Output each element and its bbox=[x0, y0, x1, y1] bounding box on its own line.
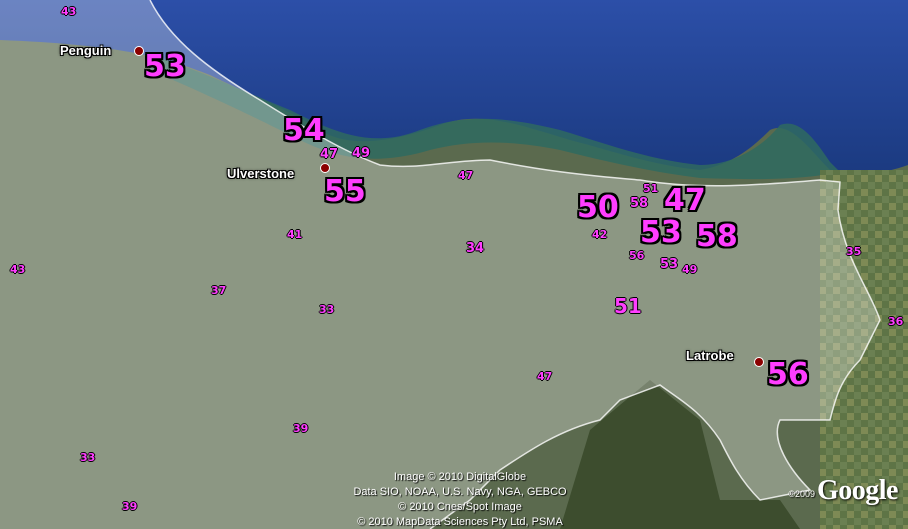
booth-result-big[interactable]: 47 bbox=[664, 186, 706, 216]
google-logo: ©2009 Google bbox=[788, 475, 898, 507]
town-marker-penguin[interactable] bbox=[134, 46, 144, 56]
booth-result[interactable]: 35 bbox=[846, 246, 861, 257]
booth-result[interactable]: 39 bbox=[122, 501, 137, 512]
booth-result[interactable]: 53 bbox=[660, 258, 678, 271]
booth-result-big[interactable]: 53 bbox=[640, 218, 682, 248]
booth-result[interactable]: 47 bbox=[320, 148, 338, 161]
logo-wordmark: Google bbox=[817, 475, 899, 506]
booth-result[interactable]: 49 bbox=[352, 147, 370, 160]
booth-result[interactable]: 37 bbox=[211, 285, 226, 296]
map-view[interactable]: Penguin Ulverstone Latrobe 53 54 55 50 4… bbox=[0, 0, 908, 529]
town-marker-latrobe[interactable] bbox=[754, 357, 764, 367]
town-marker-ulverstone[interactable] bbox=[320, 163, 330, 173]
town-label-latrobe: Latrobe bbox=[686, 348, 734, 363]
booth-result[interactable]: 39 bbox=[293, 423, 308, 434]
booth-result[interactable]: 47 bbox=[537, 371, 552, 382]
booth-result[interactable]: 43 bbox=[10, 264, 25, 275]
booth-result[interactable]: 36 bbox=[888, 316, 903, 327]
booth-result-big[interactable]: 54 bbox=[283, 116, 325, 146]
attribution-line: © 2010 MapData Sciences Pty Ltd, PSMA bbox=[357, 516, 563, 528]
map-attribution: Image © 2010 DigitalGlobe Data SIO, NOAA… bbox=[320, 470, 600, 529]
booth-result-big[interactable]: 55 bbox=[324, 177, 366, 207]
satellite-imagery bbox=[0, 0, 908, 529]
booth-result[interactable]: 41 bbox=[287, 229, 302, 240]
attribution-line: Data SIO, NOAA, U.S. Navy, NGA, GEBCO bbox=[353, 486, 567, 498]
booth-result[interactable]: 51 bbox=[643, 183, 658, 194]
booth-result-mid[interactable]: 51 bbox=[614, 296, 642, 316]
town-label-ulverstone: Ulverstone bbox=[227, 166, 295, 181]
booth-result-big[interactable]: 50 bbox=[577, 193, 619, 223]
booth-result[interactable]: 33 bbox=[319, 304, 334, 315]
booth-result[interactable]: 47 bbox=[458, 170, 473, 181]
booth-result[interactable]: 33 bbox=[80, 452, 95, 463]
booth-result[interactable]: 58 bbox=[630, 197, 648, 210]
booth-result-big[interactable]: 53 bbox=[144, 52, 186, 82]
booth-result[interactable]: 56 bbox=[629, 250, 644, 261]
booth-result[interactable]: 42 bbox=[592, 229, 607, 240]
attribution-line: Image © 2010 DigitalGlobe bbox=[393, 471, 527, 483]
town-label-penguin: Penguin bbox=[60, 43, 112, 58]
booth-result[interactable]: 49 bbox=[682, 264, 697, 275]
attribution-line: © 2010 Cnes/Spot Image bbox=[398, 501, 522, 513]
booth-result[interactable]: 34 bbox=[466, 242, 484, 255]
booth-result-big[interactable]: 56 bbox=[767, 360, 809, 390]
booth-result-big[interactable]: 58 bbox=[696, 222, 738, 252]
booth-result[interactable]: 43 bbox=[61, 6, 76, 17]
logo-year: ©2009 bbox=[788, 489, 815, 499]
